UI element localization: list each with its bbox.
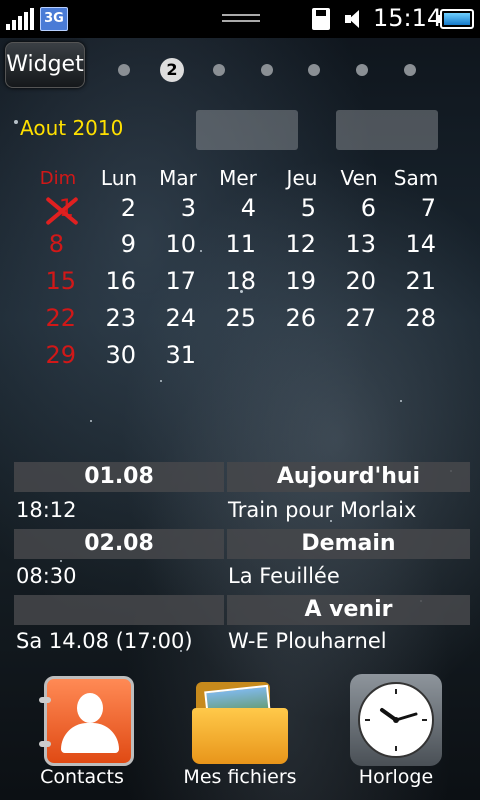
day-cell[interactable]: 28 <box>376 304 436 332</box>
day-cell[interactable]: 29 <box>16 341 76 369</box>
day-cell[interactable]: 30 <box>76 341 136 369</box>
month-label: Aout 2010 <box>20 116 124 140</box>
day-cell[interactable]: 13 <box>316 230 376 258</box>
status-bar: 3G 15:14 <box>0 0 480 38</box>
contacts-label: Contacts <box>40 766 124 788</box>
day-cell[interactable]: 4 <box>196 194 256 222</box>
day-cell[interactable]: 16 <box>76 267 136 295</box>
day-cell[interactable]: 12 <box>256 230 316 258</box>
weekday-label: Mar <box>159 166 197 190</box>
today-marker-icon <box>42 194 82 228</box>
volume-icon <box>343 8 365 30</box>
day-cell[interactable]: 27 <box>316 304 376 332</box>
weekday-label: Ven <box>340 166 378 190</box>
day-cell[interactable]: 18 <box>196 267 256 295</box>
agenda-date-bar: 02.08 <box>14 529 224 559</box>
day-cell[interactable]: 20 <box>316 267 376 295</box>
sd-card-icon <box>312 8 330 30</box>
day-cell[interactable]: 15 <box>16 267 76 295</box>
agenda-date-bar: 01.08 <box>14 462 224 492</box>
contacts-shortcut[interactable]: Contacts <box>12 672 152 792</box>
weekday-label: Jeu <box>286 166 318 190</box>
clock-label: Horloge <box>358 766 434 788</box>
prev-month-button[interactable] <box>196 110 298 150</box>
day-cell[interactable]: 17 <box>136 267 196 295</box>
next-month-button[interactable] <box>336 110 438 150</box>
contacts-icon <box>39 676 134 766</box>
agenda-event-title[interactable]: La Feuillée <box>228 564 340 588</box>
3g-icon: 3G <box>40 7 68 31</box>
page-dot-7[interactable] <box>404 64 416 76</box>
day-cell[interactable]: 11 <box>196 230 256 258</box>
agenda-heading-bar: Demain <box>227 529 470 559</box>
page-dot-active[interactable]: 2 <box>160 58 184 82</box>
day-cell[interactable]: 7 <box>376 194 436 222</box>
calendar-week: 22 23 24 25 26 27 28 <box>0 304 480 338</box>
calendar-week: 15 16 17 18 19 20 21 <box>0 267 480 301</box>
page-dot-1[interactable] <box>118 64 130 76</box>
day-cell[interactable]: 8 <box>4 230 64 258</box>
files-label: Mes fichiers <box>183 766 297 788</box>
day-cell[interactable]: 5 <box>256 194 316 222</box>
agenda-heading-bar: Aujourd'hui <box>227 462 470 492</box>
menu-handle-icon[interactable] <box>222 14 260 24</box>
battery-icon <box>436 9 474 29</box>
day-cell[interactable]: 25 <box>196 304 256 332</box>
weekday-label: Lun <box>100 166 138 190</box>
day-cell[interactable]: 26 <box>256 304 316 332</box>
day-cell[interactable]: 21 <box>376 267 436 295</box>
agenda-event-title[interactable]: W-E Plouharnel <box>228 629 387 653</box>
weekday-label: Sam <box>393 166 439 190</box>
day-cell[interactable]: 24 <box>136 304 196 332</box>
files-shortcut[interactable]: Mes fichiers <box>170 672 310 792</box>
page-dot-4[interactable] <box>261 64 273 76</box>
agenda-event-title[interactable]: Train pour Morlaix <box>228 498 416 522</box>
weekday-label: Mer <box>219 166 257 190</box>
page-dot-5[interactable] <box>308 64 320 76</box>
day-cell[interactable]: 10 <box>136 230 196 258</box>
calendar-week: 8 9 10 11 12 13 14 <box>0 230 480 264</box>
clock-icon <box>350 674 442 766</box>
day-cell[interactable]: 2 <box>76 194 136 222</box>
page-dot-3[interactable] <box>213 64 225 76</box>
agenda-heading-bar: A venir <box>227 595 470 625</box>
day-cell[interactable]: 3 <box>136 194 196 222</box>
day-cell[interactable]: 19 <box>256 267 316 295</box>
clock-shortcut[interactable]: Horloge <box>326 672 466 792</box>
day-cell[interactable]: 22 <box>16 304 76 332</box>
agenda-event-time: Sa 14.08 (17:00) <box>16 629 193 653</box>
status-time: 15:14 <box>373 4 443 32</box>
signal-icon <box>6 8 34 30</box>
day-cell[interactable]: 9 <box>76 230 136 258</box>
agenda-event-time: 18:12 <box>16 498 77 522</box>
page-dot-6[interactable] <box>356 64 368 76</box>
day-cell[interactable]: 23 <box>76 304 136 332</box>
weekday-label: Dim <box>39 168 77 189</box>
calendar-week: 29 30 31 <box>0 341 480 375</box>
day-cell[interactable]: 6 <box>316 194 376 222</box>
agenda-date-bar <box>14 595 224 625</box>
agenda-event-time: 08:30 <box>16 564 77 588</box>
page-indicator[interactable]: 2 <box>0 58 480 84</box>
day-cell[interactable]: 14 <box>376 230 436 258</box>
folder-icon <box>192 678 288 764</box>
day-cell[interactable]: 31 <box>136 341 196 369</box>
